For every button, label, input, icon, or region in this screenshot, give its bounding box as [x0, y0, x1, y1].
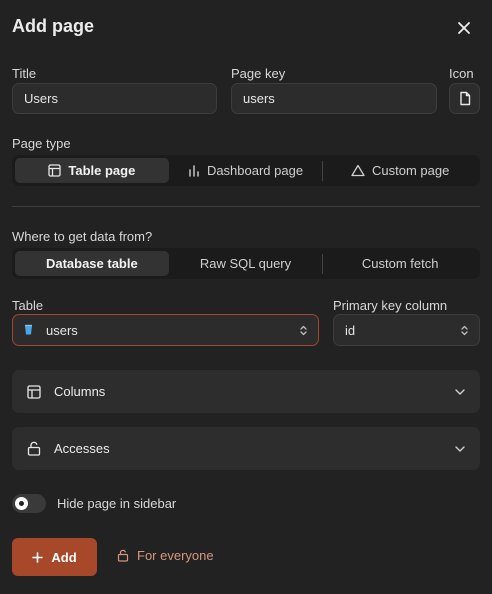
- chevron-down-icon: [455, 445, 465, 452]
- add-button[interactable]: Add: [12, 538, 97, 576]
- data-source-label: Where to get data from?: [12, 229, 153, 244]
- close-icon: [458, 22, 470, 34]
- data-source-option-label: Database table: [45, 256, 138, 271]
- chevron-updown-icon: [461, 325, 468, 336]
- file-icon: [459, 91, 470, 106]
- page-type-selector: Table page Dashboard page Custom page: [12, 155, 480, 186]
- page-type-option-custom[interactable]: Custom page: [323, 158, 477, 183]
- unlock-icon: [117, 549, 129, 562]
- page-key-input-value: users: [243, 91, 275, 106]
- page-type-option-dashboard[interactable]: Dashboard page: [169, 158, 323, 183]
- access-setting-button[interactable]: For everyone: [117, 548, 214, 563]
- table-icon: [27, 384, 41, 399]
- columns-section-title: Columns: [54, 384, 106, 399]
- primary-key-select-value: id: [345, 322, 356, 338]
- page-key-label: Page key: [231, 66, 286, 81]
- page-type-option-label: Table page: [68, 163, 136, 178]
- table-select-value: users: [46, 322, 78, 338]
- page-type-option-label: Dashboard page: [206, 163, 304, 178]
- columns-section[interactable]: Columns: [12, 370, 480, 413]
- table-label: Table: [12, 298, 44, 313]
- data-source-selector: Database table Raw SQL query Custom fetc…: [12, 248, 480, 279]
- data-source-option-label: Raw SQL query: [199, 256, 292, 271]
- table-select[interactable]: users: [12, 314, 319, 346]
- add-button-label: Add: [51, 549, 77, 565]
- icon-picker-button[interactable]: [449, 83, 480, 114]
- data-source-option-label: Custom fetch: [361, 256, 439, 271]
- accesses-section-title: Accesses: [54, 441, 110, 456]
- page-type-option-table[interactable]: Table page: [15, 158, 169, 183]
- section-divider: [12, 206, 480, 207]
- chevron-updown-icon: [300, 325, 307, 336]
- unlock-icon: [27, 441, 41, 456]
- data-source-option-database-table[interactable]: Database table: [15, 251, 169, 276]
- data-source-option-raw-sql[interactable]: Raw SQL query: [169, 251, 323, 276]
- primary-key-label: Primary key column: [333, 298, 448, 313]
- table-icon: [48, 164, 62, 177]
- title-input[interactable]: Users: [12, 83, 217, 114]
- page-type-option-label: Custom page: [372, 163, 450, 178]
- hide-in-sidebar-label: Hide page in sidebar: [57, 496, 177, 511]
- hide-in-sidebar-toggle[interactable]: [12, 494, 46, 513]
- access-setting-label: For everyone: [137, 548, 214, 563]
- triangle-icon: [351, 164, 365, 177]
- title-label: Title: [12, 66, 37, 81]
- primary-key-select[interactable]: id: [333, 314, 480, 346]
- icon-label: Icon: [449, 66, 474, 81]
- data-source-option-custom-fetch[interactable]: Custom fetch: [323, 251, 477, 276]
- toggle-knob: [15, 497, 28, 510]
- close-button[interactable]: [452, 16, 476, 40]
- title-input-value: Users: [24, 91, 58, 106]
- accesses-section[interactable]: Accesses: [12, 427, 480, 470]
- chevron-down-icon: [455, 388, 465, 395]
- page-key-input[interactable]: users: [231, 83, 437, 114]
- add-page-dialog: Add page Title Users Page key users Icon…: [0, 0, 492, 594]
- database-icon: [25, 324, 32, 335]
- bar-chart-icon: [189, 165, 199, 177]
- dialog-title: Add page: [12, 16, 95, 36]
- page-type-label: Page type: [12, 136, 71, 151]
- plus-icon: [32, 551, 44, 563]
